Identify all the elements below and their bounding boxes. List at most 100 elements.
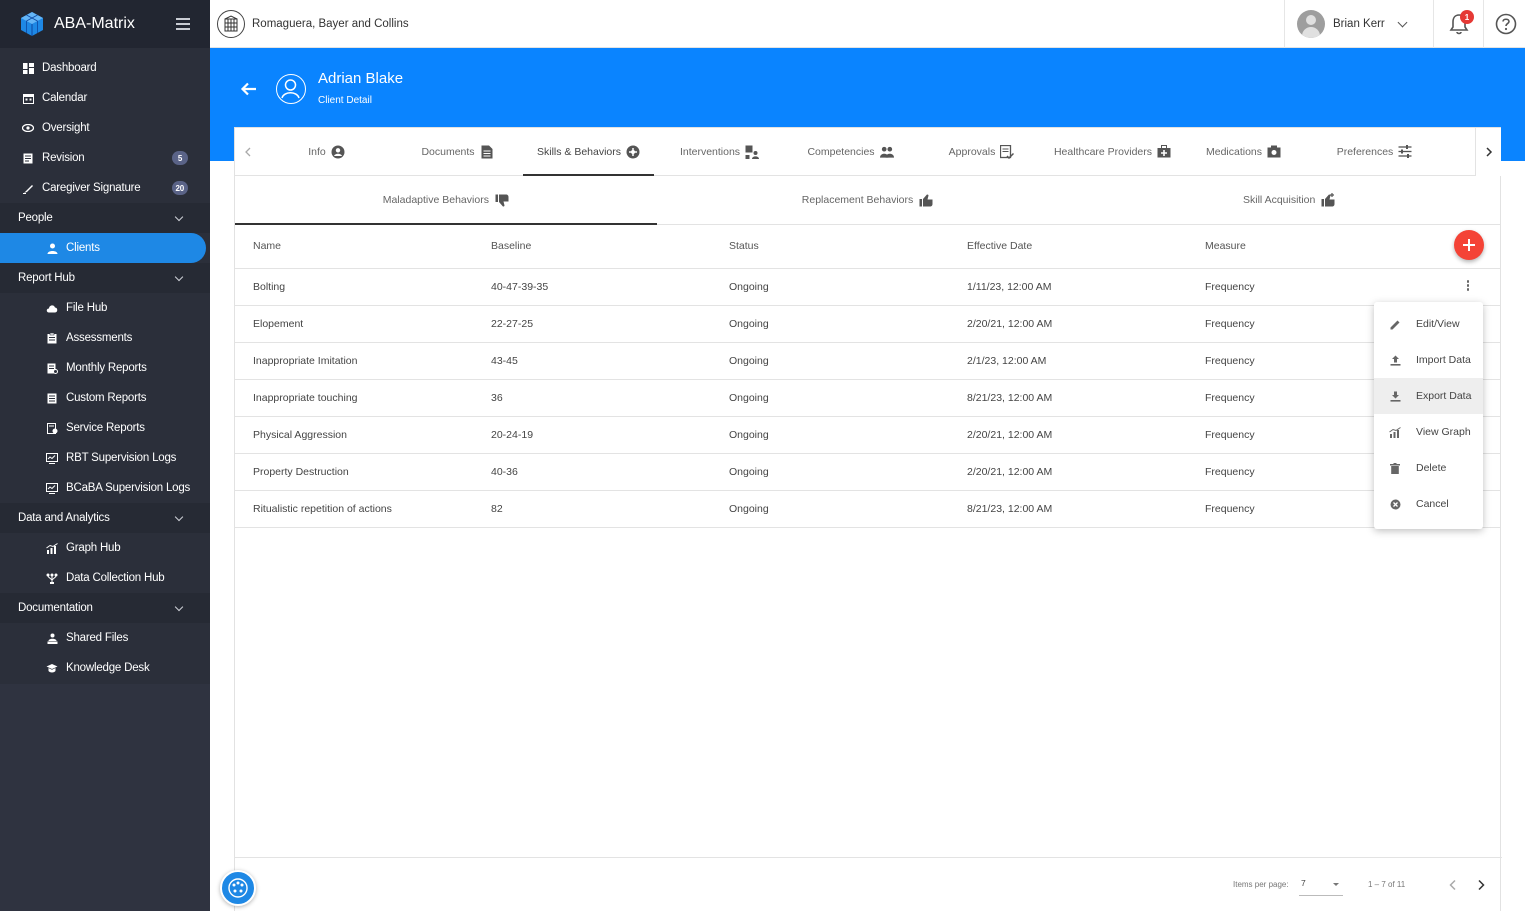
- subtab-label: Replacement Behaviors: [801, 194, 914, 206]
- column-header-baseline[interactable]: Baseline: [473, 225, 711, 269]
- row-actions-kebab-icon[interactable]: [1465, 280, 1471, 294]
- tab-medications[interactable]: Medications: [1178, 128, 1309, 175]
- sidebar-section-people[interactable]: People: [0, 203, 210, 233]
- cell-name: Ritualistic repetition of actions: [235, 490, 473, 528]
- report-icon: [46, 392, 58, 404]
- subtab-replacement-behaviors[interactable]: Replacement Behaviors: [657, 176, 1079, 224]
- tab-documents[interactable]: Documents: [392, 128, 523, 175]
- help-icon: [1495, 13, 1516, 35]
- sidebar-item-caregiver-signature[interactable]: Caregiver Signature 20: [0, 173, 210, 203]
- section-label: Documentation: [18, 602, 93, 614]
- hamburger-menu-icon[interactable]: [176, 18, 192, 30]
- table-row[interactable]: Inappropriate Imitation 43-45 Ongoing 2/…: [235, 342, 1500, 380]
- plus-icon: [1463, 239, 1475, 251]
- sidebar-item-monthly-reports[interactable]: Monthly Reports: [0, 353, 210, 383]
- cell-status: Ongoing: [711, 416, 949, 454]
- menu-item-edit-view[interactable]: Edit/View: [1374, 306, 1483, 342]
- cell-name: Elopement: [235, 305, 473, 343]
- subtab-label: Maladaptive Behaviors: [382, 194, 489, 206]
- menu-item-cancel[interactable]: Cancel: [1374, 486, 1483, 522]
- table-row[interactable]: Inappropriate touching 36 Ongoing 8/21/2…: [235, 379, 1500, 417]
- cloud-icon: [46, 302, 58, 314]
- section-label: People: [18, 212, 53, 224]
- tabs-scroll-left-button[interactable]: [235, 128, 261, 175]
- sidebar-section-data-and-analytics[interactable]: Data and Analytics: [0, 503, 210, 533]
- cell-effective-date: 2/1/23, 12:00 AM: [949, 342, 1187, 380]
- sidebar-item-dashboard[interactable]: Dashboard: [0, 53, 210, 83]
- sidebar-item-shared-files[interactable]: Shared Files: [0, 623, 210, 653]
- table-row[interactable]: Ritualistic repetition of actions 82 Ong…: [235, 490, 1500, 528]
- cell-baseline: 82: [473, 490, 711, 528]
- column-header-name[interactable]: Name: [235, 225, 473, 269]
- tab-info[interactable]: Info: [261, 128, 392, 175]
- back-arrow-icon[interactable]: [240, 80, 258, 98]
- tabs-scroll-right-button[interactable]: [1475, 128, 1501, 176]
- tab-competencies[interactable]: Competencies: [785, 128, 916, 175]
- sidebar-item-label: Assessments: [66, 332, 133, 344]
- next-page-icon[interactable]: [1474, 878, 1488, 892]
- sidebar-item-custom-reports[interactable]: Custom Reports: [0, 383, 210, 413]
- previous-page-icon[interactable]: [1446, 878, 1460, 892]
- cell-measure: Frequency: [1187, 268, 1500, 306]
- sidebar-item-label: Graph Hub: [66, 542, 121, 554]
- table-row[interactable]: Elopement 22-27-25 Ongoing 2/20/21, 12:0…: [235, 305, 1500, 343]
- menu-item-view-graph[interactable]: View Graph: [1374, 414, 1483, 450]
- menu-item-import-data[interactable]: Import Data: [1374, 342, 1483, 378]
- approvals-icon: [1000, 144, 1015, 159]
- tab-healthcare-providers[interactable]: Healthcare Providers: [1047, 128, 1178, 175]
- sidebar-item-oversight[interactable]: Oversight: [0, 113, 210, 143]
- cell-name: Physical Aggression: [235, 416, 473, 454]
- sidebar-item-file-hub[interactable]: File Hub: [0, 293, 210, 323]
- menu-item-delete[interactable]: Delete: [1374, 450, 1483, 486]
- sidebar-item-bcaba-supervision-logs[interactable]: BCaBA Supervision Logs: [0, 473, 210, 503]
- menu-item-label: Delete: [1416, 462, 1447, 474]
- tab-label: Info: [308, 145, 326, 158]
- column-header-status[interactable]: Status: [711, 225, 949, 269]
- sidebar-item-label: Data Collection Hub: [66, 572, 165, 584]
- sidebar-section-report-hub[interactable]: Report Hub: [0, 263, 210, 293]
- tab-approvals[interactable]: Approvals: [916, 128, 1047, 175]
- sidebar-item-knowledge-desk[interactable]: Knowledge Desk: [0, 653, 210, 683]
- sidebar-item-service-reports[interactable]: Service Reports: [0, 413, 210, 443]
- column-header-measure[interactable]: Measure: [1187, 225, 1500, 269]
- person-icon: [46, 242, 58, 254]
- tab-interventions[interactable]: Interventions: [654, 128, 785, 175]
- chevron-down-icon: [1397, 17, 1408, 27]
- table-row[interactable]: Physical Aggression 20-24-19 Ongoing 2/2…: [235, 416, 1500, 454]
- log-icon: [46, 452, 58, 464]
- add-behavior-button[interactable]: [1454, 230, 1484, 260]
- cell-baseline: 40-47-39-35: [473, 268, 711, 306]
- sidebar-item-revision[interactable]: Revision 5: [0, 143, 210, 173]
- items-per-page-select[interactable]: 7: [1299, 878, 1343, 896]
- table-row[interactable]: Bolting 40-47-39-35 Ongoing 1/11/23, 12:…: [235, 268, 1500, 306]
- floating-action-button[interactable]: [220, 870, 256, 906]
- clipboard-icon: [46, 332, 58, 344]
- notification-count-badge: 1: [1460, 10, 1474, 24]
- sidebar-item-clients[interactable]: Clients: [0, 233, 206, 263]
- help-button[interactable]: [1486, 0, 1525, 48]
- column-header-effective-date[interactable]: Effective Date: [949, 225, 1187, 269]
- subtab-skill-acquisition[interactable]: Skill Acquisition: [1078, 176, 1500, 224]
- organization-logo-icon: [217, 9, 245, 38]
- tab-skills-behaviors[interactable]: Skills & Behaviors: [523, 128, 654, 176]
- cell-effective-date: 2/20/21, 12:00 AM: [949, 416, 1187, 454]
- menu-item-export-data[interactable]: Export Data: [1374, 378, 1483, 414]
- sidebar-item-rbt-supervision-logs[interactable]: RBT Supervision Logs: [0, 443, 210, 473]
- sidebar-item-graph-hub[interactable]: Graph Hub: [0, 533, 210, 563]
- sidebar-item-calendar[interactable]: Calendar: [0, 83, 210, 113]
- user-menu[interactable]: Brian Kerr: [1284, 0, 1434, 48]
- items-per-page-label: Items per page:: [1233, 880, 1289, 889]
- table-row[interactable]: Property Destruction 40-36 Ongoing 2/20/…: [235, 453, 1500, 491]
- subtab-maladaptive-behaviors[interactable]: Maladaptive Behaviors: [235, 176, 657, 225]
- document-icon: [22, 152, 34, 164]
- thumbs-up-plus-icon: [1321, 193, 1335, 207]
- calendar-icon: [22, 92, 34, 104]
- sidebar-item-label: Revision: [42, 152, 85, 164]
- sidebar-section-documentation[interactable]: Documentation: [0, 593, 210, 623]
- user-name: Brian Kerr: [1333, 18, 1385, 30]
- sidebar-item-assessments[interactable]: Assessments: [0, 323, 210, 353]
- tab-preferences[interactable]: Preferences: [1309, 128, 1440, 175]
- sidebar-item-data-collection-hub[interactable]: Data Collection Hub: [0, 563, 210, 593]
- sidebar-item-label: Custom Reports: [66, 392, 147, 404]
- notifications-button[interactable]: 1: [1434, 0, 1484, 48]
